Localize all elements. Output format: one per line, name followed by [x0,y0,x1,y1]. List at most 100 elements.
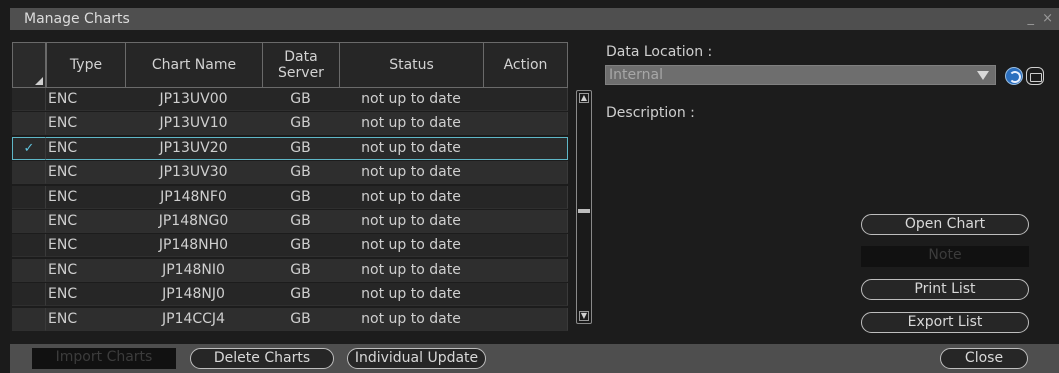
row-select-cell[interactable] [12,185,46,209]
data-server-cell: GB [262,283,340,307]
row-select-cell[interactable]: ✓ [12,136,46,160]
status-cell: not up to date [339,185,484,209]
chart-name-cell: JP148NJ0 [125,283,263,307]
note-button[interactable]: Note [861,246,1029,267]
import-charts-button[interactable]: Import Charts [32,348,176,369]
chart-name-cell: JP148NH0 [125,234,263,258]
chevron-down-icon [977,71,989,80]
column-header-action[interactable]: Action [483,42,568,88]
table-row[interactable]: ENC JP13UV10 GB not up to date [12,112,568,136]
column-header-type[interactable]: Type [46,42,126,88]
status-cell: not up to date [339,283,484,307]
action-cell [483,161,568,185]
action-cell [483,283,568,307]
table-row[interactable]: ENC JP148NF0 GB not up to date [12,185,568,209]
table-row[interactable]: ENC JP13UV30 GB not up to date [12,161,568,185]
description-label: Description : [606,105,695,121]
scroll-thumb[interactable] [578,209,590,213]
action-cell [483,185,568,209]
row-select-cell[interactable] [12,210,46,233]
status-cell: not up to date [339,88,484,111]
type-cell: ENC [46,258,126,282]
row-select-cell[interactable] [12,88,46,111]
data-location-label: Data Location : [606,44,713,60]
chart-name-cell: JP14CCJ4 [125,307,263,331]
manage-charts-window: Manage Charts _ × Type Chart Name Data S… [0,0,1059,373]
action-cell [483,88,568,111]
status-cell: not up to date [339,234,484,258]
type-cell: ENC [46,112,126,136]
data-server-cell: GB [262,112,340,136]
row-select-cell[interactable] [12,112,46,136]
chart-name-cell: JP13UV20 [125,136,263,160]
table-row[interactable]: ENC JP148NJ0 GB not up to date [12,283,568,307]
table-row[interactable]: ENC JP14CCJ4 GB not up to date [12,307,568,331]
chart-name-cell: JP148NG0 [125,210,263,233]
data-server-cell: GB [262,136,340,160]
action-cell [483,258,568,282]
status-cell: not up to date [339,136,484,160]
folder-icon[interactable] [1026,67,1044,85]
column-header-data-server[interactable]: Data Server [262,42,340,88]
scroll-up-icon[interactable]: ▲ [579,93,589,103]
chart-name-cell: JP13UV00 [125,88,263,111]
action-cell [483,210,568,233]
type-cell: ENC [46,161,126,185]
type-cell: ENC [46,185,126,209]
row-select-cell[interactable] [12,234,46,258]
type-cell: ENC [46,234,126,258]
row-select-cell[interactable] [12,307,46,331]
type-cell: ENC [46,88,126,111]
chart-name-cell: JP148NF0 [125,185,263,209]
table-scrollbar[interactable]: ▲ ▼ [576,90,592,324]
window-title: Manage Charts [24,11,130,27]
column-header-chart-name[interactable]: Chart Name [125,42,263,88]
table-row[interactable]: ENC JP148NG0 GB not up to date [12,210,568,233]
action-cell [483,136,568,160]
table-row[interactable]: ENC JP148NI0 GB not up to date [12,258,568,282]
refresh-icon[interactable] [1005,67,1023,85]
status-cell: not up to date [339,307,484,331]
data-server-cell: GB [262,185,340,209]
bottom-toolbar: Import Charts Delete Charts Individual U… [10,344,1059,373]
table-header: Type Chart Name Data Server Status Actio… [12,42,568,88]
data-server-cell: GB [262,88,340,111]
type-cell: ENC [46,307,126,331]
status-cell: not up to date [339,258,484,282]
status-cell: not up to date [339,112,484,136]
select-all-header[interactable] [12,42,46,88]
delete-charts-button[interactable]: Delete Charts [190,348,334,369]
check-icon: ✓ [23,140,35,156]
row-select-cell[interactable] [12,258,46,282]
table-row[interactable]: ENC JP13UV00 GB not up to date [12,88,568,111]
title-bar: Manage Charts _ × [10,8,1059,30]
table-row[interactable]: ENC JP148NH0 GB not up to date [12,234,568,258]
type-cell: ENC [46,283,126,307]
data-server-cell: GB [262,161,340,185]
print-list-button[interactable]: Print List [861,279,1029,300]
data-server-cell: GB [262,210,340,233]
data-location-dropdown[interactable]: Internal [605,65,996,85]
close-button[interactable]: Close [940,348,1028,369]
data-server-cell: GB [262,234,340,258]
export-list-button[interactable]: Export List [861,312,1029,333]
window-controls[interactable]: _ × [1027,8,1055,30]
row-select-cell[interactable] [12,283,46,307]
action-cell [483,234,568,258]
individual-update-button[interactable]: Individual Update [347,348,486,369]
table-row[interactable]: ✓ ENC JP13UV20 GB not up to date [12,136,568,160]
column-header-status[interactable]: Status [339,42,484,88]
chart-name-cell: JP148NI0 [125,258,263,282]
chart-name-cell: JP13UV30 [125,161,263,185]
data-server-cell: GB [262,258,340,282]
data-server-cell: GB [262,307,340,331]
dialog-content: Type Chart Name Data Server Status Actio… [10,30,1059,373]
chart-name-cell: JP13UV10 [125,112,263,136]
type-cell: ENC [46,136,126,160]
status-cell: not up to date [339,210,484,233]
open-chart-button[interactable]: Open Chart [861,214,1029,235]
row-select-cell[interactable] [12,161,46,185]
action-cell [483,112,568,136]
action-cell [483,307,568,331]
scroll-down-icon[interactable]: ▼ [579,311,589,321]
